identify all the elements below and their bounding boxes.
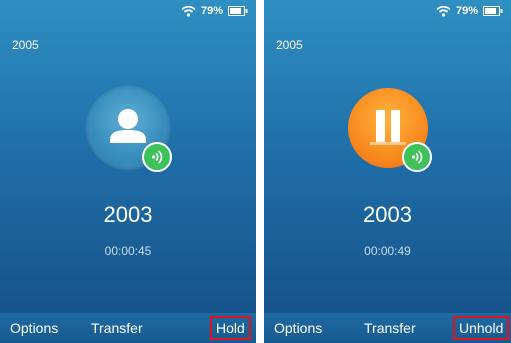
softkey-bar: Options Transfer Unhold	[264, 313, 511, 343]
local-extension: 2005	[12, 38, 39, 52]
status-bar: 79%	[436, 5, 503, 17]
transfer-softkey[interactable]: Transfer	[91, 316, 143, 340]
call-timer: 00:00:45	[104, 244, 152, 258]
battery-percent: 79%	[200, 5, 223, 17]
battery-icon	[228, 6, 248, 16]
call-active-icon	[142, 142, 172, 172]
contact-avatar	[347, 88, 432, 172]
options-softkey[interactable]: Options	[10, 316, 58, 340]
call-timer: 00:00:49	[364, 244, 411, 258]
battery-icon	[483, 6, 503, 16]
unhold-softkey[interactable]: Unhold	[453, 316, 510, 340]
options-softkey[interactable]: Options	[274, 316, 322, 340]
softkey-bar: Options Transfer Hold	[0, 313, 256, 343]
transfer-softkey[interactable]: Transfer	[364, 316, 416, 340]
status-bar: 79%	[181, 5, 248, 17]
local-extension: 2005	[276, 38, 303, 52]
wifi-icon	[436, 5, 451, 17]
call-active-icon	[401, 142, 432, 172]
callee-number: 2003	[103, 202, 153, 227]
wifi-icon	[181, 5, 196, 17]
battery-percent: 79%	[455, 5, 478, 17]
call-screen-active: 79% 2005 2003 00:00:45 Options Transfer …	[0, 0, 256, 343]
contact-avatar	[88, 88, 172, 172]
call-screen-on-hold: 79% 2005 2003 00:00:49 Options Transfer …	[264, 0, 511, 343]
callee-number: 2003	[363, 202, 412, 227]
hold-softkey[interactable]: Hold	[210, 316, 251, 340]
